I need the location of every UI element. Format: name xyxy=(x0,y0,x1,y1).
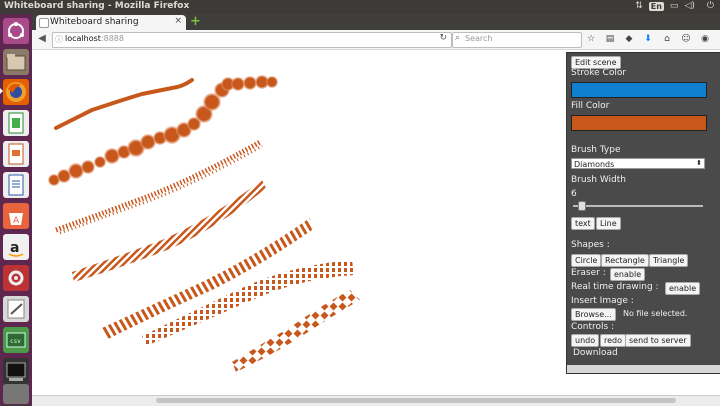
brush-width-value: 6 xyxy=(571,189,577,199)
info-icon[interactable]: ⓘ xyxy=(55,34,63,45)
text-editor-icon[interactable] xyxy=(3,296,29,322)
redo-button[interactable]: redo xyxy=(600,334,627,347)
battery-icon[interactable]: ▭ xyxy=(670,1,679,11)
tab-label: Whiteboard sharing xyxy=(50,17,139,27)
download-link[interactable]: Download xyxy=(573,348,618,358)
toolbar-icons: ☆ ▤ ◆ ⬇ ⌂ ☺ ◉ ≡ xyxy=(584,32,720,46)
brush-type-select[interactable]: Diamonds ⬍ xyxy=(571,158,705,169)
svg-text:csv: csv xyxy=(10,338,21,345)
send-to-server-button[interactable]: send to server xyxy=(625,334,691,347)
triangle-button[interactable]: Triangle xyxy=(649,254,689,267)
fill-color-picker[interactable] xyxy=(571,115,707,131)
tools-panel: Edit scene Stroke Color Fill Color Brush… xyxy=(566,52,720,374)
browse-button[interactable]: Browse... xyxy=(571,308,616,321)
settings-icon[interactable] xyxy=(3,265,29,291)
hello-icon[interactable]: ◉ xyxy=(698,32,712,46)
url-text: localhost:8888 xyxy=(65,34,124,43)
firefox-icon[interactable] xyxy=(3,79,29,105)
fill-color-label: Fill Color xyxy=(571,101,610,111)
drive-icon[interactable] xyxy=(3,384,29,404)
software-center-icon[interactable]: A xyxy=(3,203,29,229)
firefox-window: Whiteboard sharing × + ◀ ⓘ localhost:888… xyxy=(32,14,720,406)
page-content: Edit scene Stroke Color Fill Color Brush… xyxy=(32,50,720,395)
controls-label: Controls : xyxy=(571,322,615,332)
brush-type-value: Diamonds xyxy=(574,160,615,169)
back-icon[interactable]: ◀ xyxy=(35,32,49,46)
terminal-icon[interactable] xyxy=(3,358,29,384)
shapes-label: Shapes : xyxy=(571,240,610,250)
download-icon[interactable]: ⬇ xyxy=(641,32,655,46)
text-button[interactable]: text xyxy=(571,217,595,230)
undo-button[interactable]: undo xyxy=(571,334,600,347)
tab-whiteboard[interactable]: Whiteboard sharing × xyxy=(36,15,186,30)
launcher: A a csv xyxy=(0,14,32,405)
sync-icon[interactable]: ☺ xyxy=(679,32,693,46)
search-placeholder: Search xyxy=(465,34,493,43)
amazon-icon[interactable]: a xyxy=(3,234,29,260)
search-bar[interactable]: ⌕ Search xyxy=(452,32,582,48)
new-tab-icon[interactable]: + xyxy=(190,14,201,29)
window-title: Whiteboard sharing - Mozilla Firefox xyxy=(4,1,190,11)
search-icon: ⌕ xyxy=(455,33,461,43)
terminal-green-icon[interactable]: csv xyxy=(3,327,29,353)
brush-width-thumb[interactable] xyxy=(578,201,586,211)
rectangle-button[interactable]: Rectangle xyxy=(601,254,649,267)
stroke-color-picker[interactable] xyxy=(571,82,707,98)
select-caret-icon: ⬍ xyxy=(696,159,702,167)
diamond-stroke xyxy=(232,290,360,372)
insert-image-label: Insert Image : xyxy=(571,296,634,306)
brush-width-label: Brush Width xyxy=(571,175,626,185)
nav-bar: ◀ ⓘ localhost:8888 ↻ ⌕ Search ☆ ▤ ◆ ⬇ ⌂ … xyxy=(32,30,720,50)
brush-width-slider[interactable] xyxy=(573,205,703,207)
svg-text:A: A xyxy=(13,216,20,226)
reload-icon[interactable]: ↻ xyxy=(439,33,447,43)
impress-icon[interactable] xyxy=(3,141,29,167)
calc-icon[interactable] xyxy=(3,110,29,136)
eraser-enable-button[interactable]: enable xyxy=(610,268,646,281)
ubuntu-dash-icon[interactable] xyxy=(3,18,29,44)
volume-icon[interactable]: ◁) xyxy=(684,1,694,11)
bookmark-star-icon[interactable]: ☆ xyxy=(584,32,598,46)
no-file-text: No file selected. xyxy=(623,309,688,318)
keyboard-indicator[interactable]: En xyxy=(648,1,664,11)
svg-text:a: a xyxy=(10,240,19,256)
power-icon[interactable]: ⏻ xyxy=(707,1,714,11)
whiteboard-canvas[interactable] xyxy=(32,50,566,395)
realtime-label: Real time drawing : xyxy=(571,282,659,292)
tab-close-icon[interactable]: × xyxy=(174,16,182,26)
horizontal-scrollbar[interactable] xyxy=(32,395,720,406)
circle-button[interactable]: Circle xyxy=(571,254,602,267)
pocket-icon[interactable]: ◆ xyxy=(622,32,636,46)
page-icon xyxy=(39,18,49,28)
spray-stroke xyxy=(55,139,263,235)
writer-icon[interactable] xyxy=(3,172,29,198)
bookmarks-icon[interactable]: ▤ xyxy=(603,32,617,46)
home-icon[interactable]: ⌂ xyxy=(660,32,674,46)
realtime-enable-button[interactable]: enable xyxy=(665,282,701,295)
line-button[interactable]: Line xyxy=(596,217,621,230)
brush-type-label: Brush Type xyxy=(571,145,621,155)
panel-scrollbar[interactable] xyxy=(567,365,720,373)
url-bar[interactable]: ⓘ localhost:8888 ↻ xyxy=(52,32,452,48)
dropbox-icon[interactable]: ⇅ xyxy=(635,1,643,11)
stroke-color-label: Stroke Color xyxy=(571,68,627,78)
files-icon[interactable] xyxy=(3,49,29,75)
eraser-label: Eraser : xyxy=(571,268,606,278)
horizontal-scroll-thumb[interactable] xyxy=(156,398,676,403)
pencil-stroke xyxy=(54,78,194,130)
system-tray: ⇅ En ▭ ◁) ⏻ xyxy=(635,1,714,11)
tab-strip: Whiteboard sharing × + xyxy=(32,14,720,30)
top-panel: Whiteboard sharing - Mozilla Firefox ⇅ E… xyxy=(0,0,720,14)
